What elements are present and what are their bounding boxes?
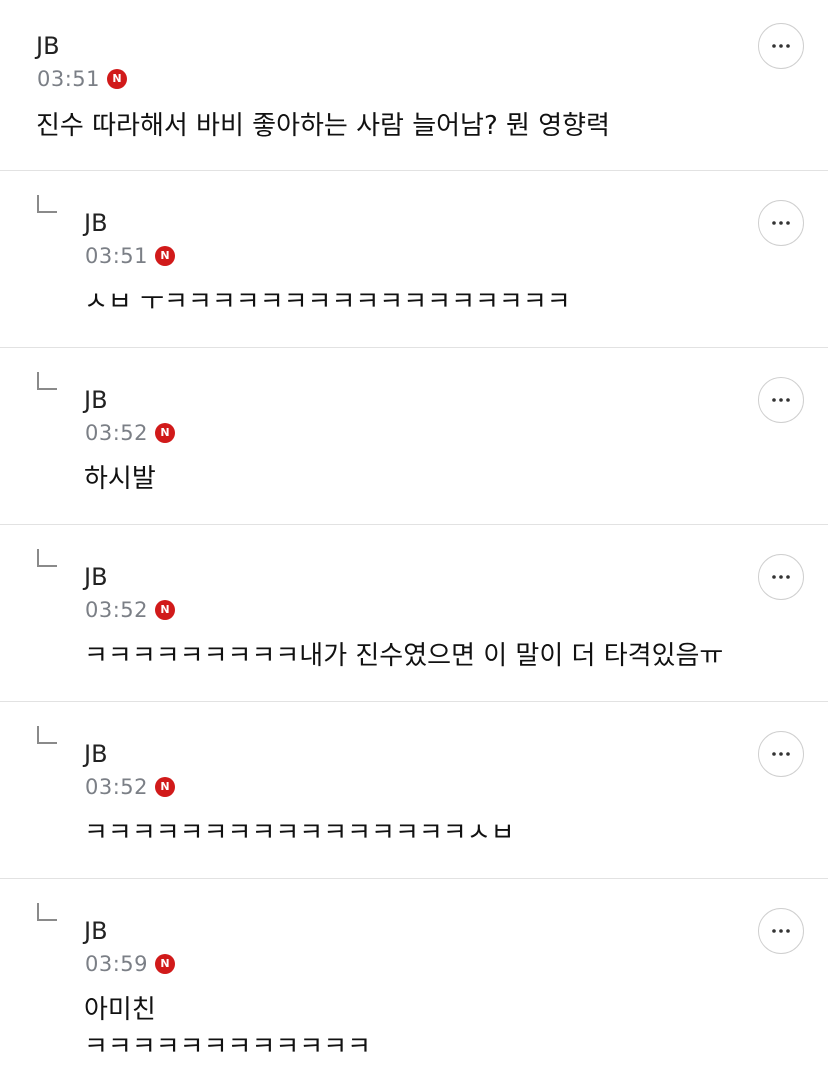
comment-meta: 03:51 N bbox=[85, 244, 176, 268]
more-options-button[interactable] bbox=[758, 200, 804, 246]
comment-author[interactable]: JB bbox=[84, 209, 108, 237]
more-horizontal-icon bbox=[772, 44, 790, 48]
more-horizontal-icon bbox=[772, 398, 790, 402]
reply-item: JB 03:52 N ㅋㅋㅋㅋㅋㅋㅋㅋㅋㅋㅋㅋㅋㅋㅋㅋㅅㅂ bbox=[0, 702, 828, 879]
more-horizontal-icon bbox=[772, 575, 790, 579]
new-badge-icon: N bbox=[107, 69, 128, 89]
more-horizontal-icon bbox=[772, 929, 790, 933]
comment-item: JB 03:51 N 진수 따라해서 바비 좋아하는 사람 늘어남? 뭔 영향력 bbox=[0, 0, 828, 171]
reply-indicator-icon bbox=[37, 726, 57, 744]
reply-indicator-icon bbox=[37, 195, 57, 213]
comment-thread: JB 03:51 N 진수 따라해서 바비 좋아하는 사람 늘어남? 뭔 영향력… bbox=[0, 0, 828, 1084]
new-badge-icon: N bbox=[155, 423, 176, 443]
comment-body: 아미친 bbox=[84, 995, 156, 1025]
new-badge-icon: N bbox=[155, 246, 176, 266]
more-options-button[interactable] bbox=[758, 554, 804, 600]
more-horizontal-icon bbox=[772, 752, 790, 756]
comment-time: 03:51 bbox=[37, 67, 101, 91]
more-horizontal-icon bbox=[772, 221, 790, 225]
reply-item: JB 03:59 N 아미친 ㅋㅋㅋㅋㅋㅋㅋㅋㅋㅋㅋㅋ bbox=[0, 879, 828, 1084]
comment-body: ㅋㅋㅋㅋㅋㅋㅋㅋㅋ내가 진수였으면 이 말이 더 타격있음ㅠ bbox=[84, 641, 724, 671]
comment-author[interactable]: JB bbox=[84, 917, 108, 945]
new-badge-icon: N bbox=[155, 600, 176, 620]
more-options-button[interactable] bbox=[758, 23, 804, 69]
more-options-button[interactable] bbox=[758, 731, 804, 777]
comment-time: 03:52 bbox=[85, 775, 149, 799]
more-options-button[interactable] bbox=[758, 377, 804, 423]
new-badge-icon: N bbox=[155, 954, 176, 974]
comment-time: 03:51 bbox=[85, 244, 149, 268]
comment-meta: 03:52 N bbox=[85, 775, 176, 799]
reply-item: JB 03:51 N ㅅㅂ ㅜㅋㅋㅋㅋㅋㅋㅋㅋㅋㅋㅋㅋㅋㅋㅋㅋㅋ bbox=[0, 171, 828, 348]
comment-body: ㅅㅂ ㅜㅋㅋㅋㅋㅋㅋㅋㅋㅋㅋㅋㅋㅋㅋㅋㅋㅋ bbox=[84, 287, 571, 317]
reply-item: JB 03:52 N 하시발 bbox=[0, 348, 828, 525]
comment-meta: 03:52 N bbox=[85, 598, 176, 622]
comment-body-line-2: ㅋㅋㅋㅋㅋㅋㅋㅋㅋㅋㅋㅋ bbox=[84, 1032, 372, 1062]
comment-time: 03:52 bbox=[85, 421, 149, 445]
new-badge-icon: N bbox=[155, 777, 176, 797]
reply-indicator-icon bbox=[37, 549, 57, 567]
comment-time: 03:59 bbox=[85, 952, 149, 976]
comment-author[interactable]: JB bbox=[36, 32, 60, 60]
comment-author[interactable]: JB bbox=[84, 386, 108, 414]
comment-author[interactable]: JB bbox=[84, 563, 108, 591]
more-options-button[interactable] bbox=[758, 908, 804, 954]
comment-author[interactable]: JB bbox=[84, 740, 108, 768]
reply-indicator-icon bbox=[37, 372, 57, 390]
comment-meta: 03:52 N bbox=[85, 421, 176, 445]
comment-time: 03:52 bbox=[85, 598, 149, 622]
reply-item: JB 03:52 N ㅋㅋㅋㅋㅋㅋㅋㅋㅋ내가 진수였으면 이 말이 더 타격있음… bbox=[0, 525, 828, 702]
comment-body: ㅋㅋㅋㅋㅋㅋㅋㅋㅋㅋㅋㅋㅋㅋㅋㅋㅅㅂ bbox=[84, 818, 515, 848]
comment-body: 하시발 bbox=[84, 464, 156, 494]
reply-indicator-icon bbox=[37, 903, 57, 921]
comment-meta: 03:59 N bbox=[85, 952, 176, 976]
comment-body: 진수 따라해서 바비 좋아하는 사람 늘어남? 뭔 영향력 bbox=[36, 111, 610, 141]
comment-meta: 03:51 N bbox=[37, 67, 128, 91]
